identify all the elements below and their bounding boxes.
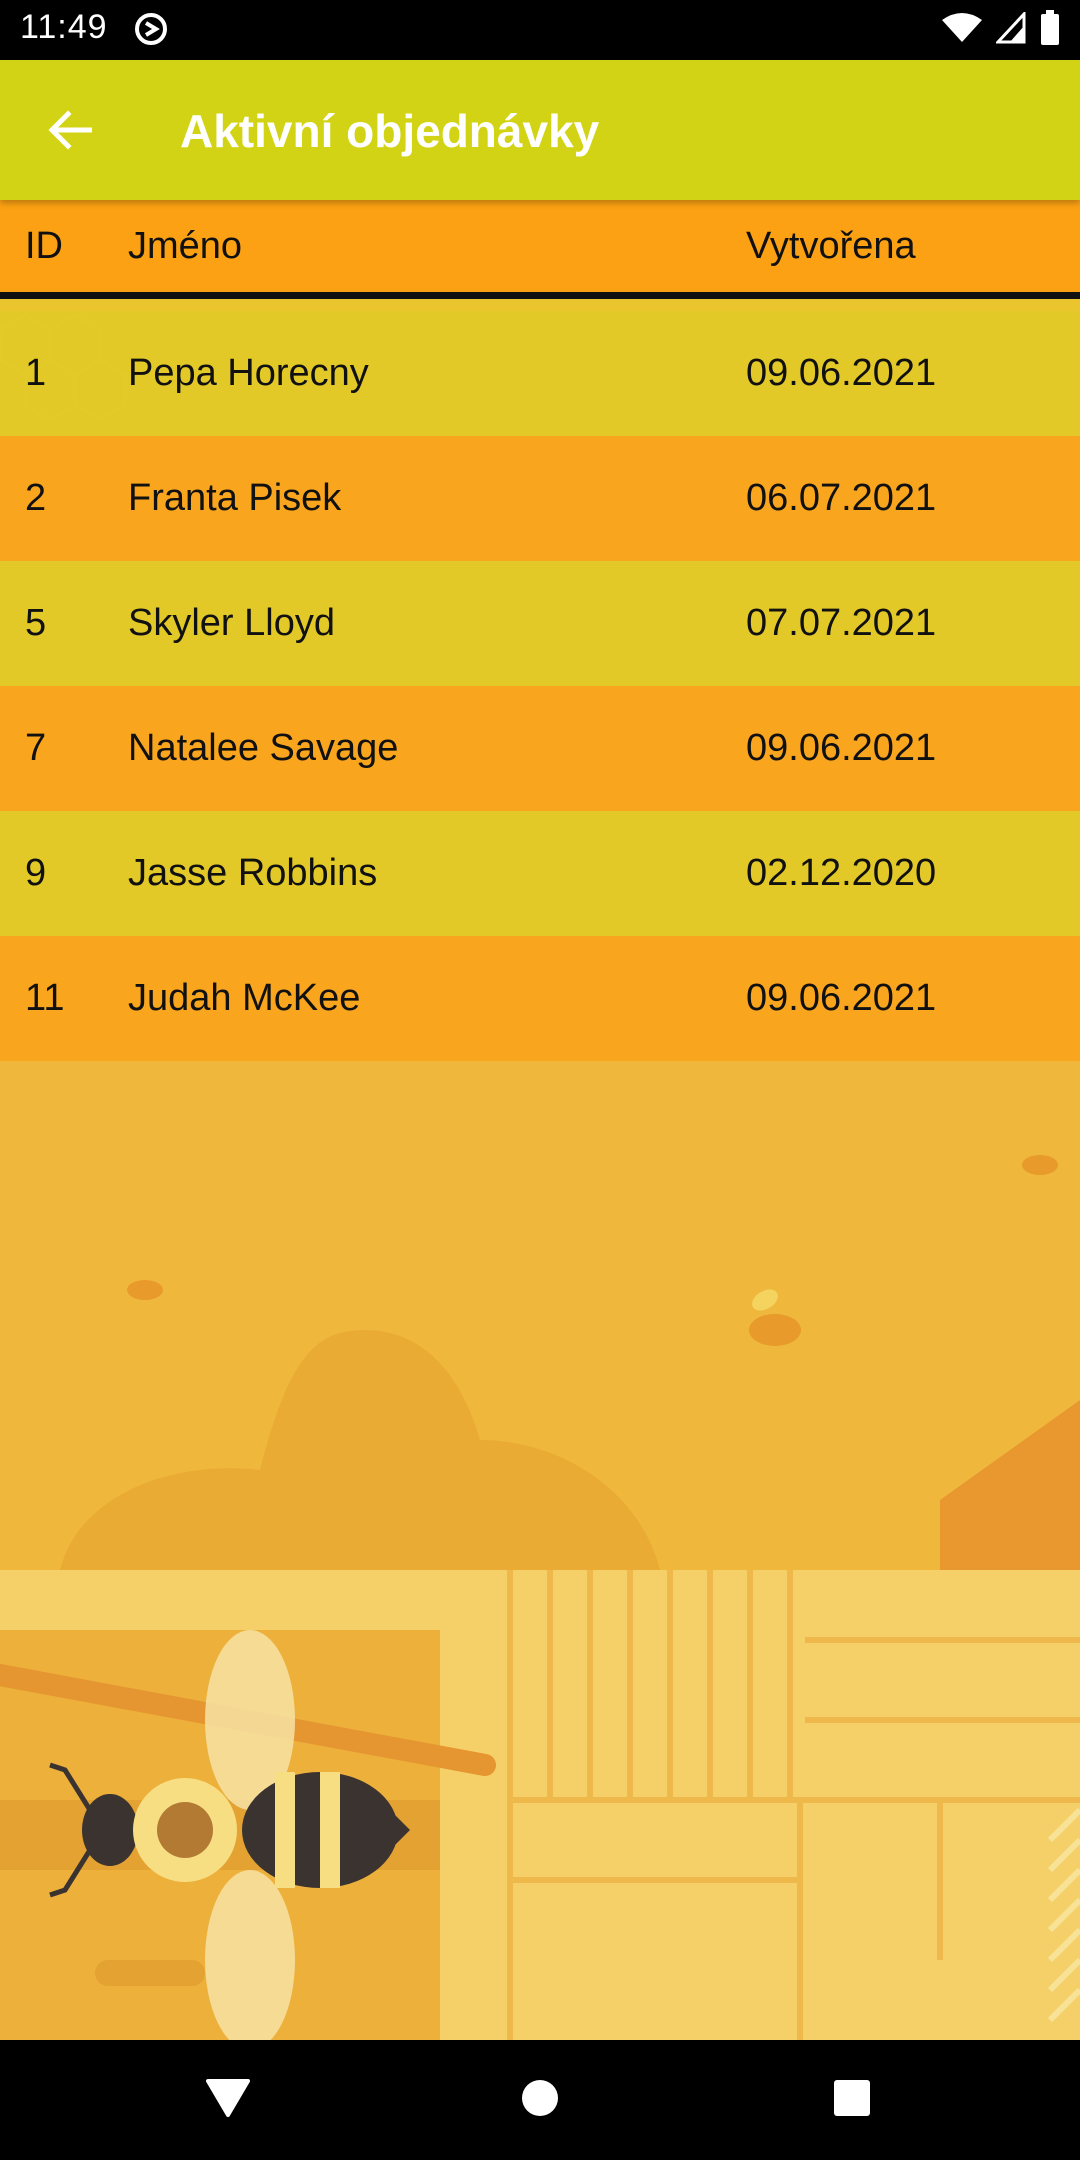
table-row[interactable]: 11 Judah McKee 09.06.2021 [0, 936, 1080, 1061]
status-bar: 11:49 [0, 0, 1080, 60]
page-title: Aktivní objednávky [180, 105, 600, 157]
row-id: 9 [25, 852, 47, 894]
table-header: ID Jméno Vytvořena [0, 200, 1080, 299]
nav-recents-button[interactable] [792, 2040, 912, 2160]
row-id: 7 [25, 727, 47, 769]
row-name: Pepa Horecny [128, 352, 369, 394]
header-name: Jméno [128, 224, 243, 267]
row-created: 09.06.2021 [746, 977, 937, 1019]
status-time: 11:49 [20, 8, 108, 46]
battery-icon [1040, 9, 1060, 51]
table-row[interactable]: 7 Natalee Savage 09.06.2021 [0, 686, 1080, 811]
row-created: 06.07.2021 [746, 477, 937, 519]
header-divider-gap [0, 299, 1080, 311]
header-id: ID [25, 224, 63, 267]
recents-square-icon [833, 2079, 871, 2122]
back-button[interactable] [38, 100, 102, 164]
row-id: 2 [25, 477, 47, 519]
row-name: Franta Pisek [128, 477, 342, 519]
back-triangle-icon [206, 2078, 250, 2123]
row-created: 09.06.2021 [746, 727, 937, 769]
signal-icon [994, 9, 1026, 49]
row-created: 09.06.2021 [746, 352, 937, 394]
nav-home-button[interactable] [480, 2040, 600, 2160]
home-circle-icon [521, 2079, 559, 2122]
header-created: Vytvořena [746, 224, 916, 267]
orders-table: ID Jméno Vytvořena 1 Pepa Horecny 09.06.… [0, 200, 1080, 1061]
row-created: 02.12.2020 [746, 852, 937, 894]
row-id: 5 [25, 602, 47, 644]
row-id: 11 [25, 977, 65, 1019]
row-name: Jasse Robbins [128, 852, 378, 894]
app-bar: Aktivní objednávky [0, 60, 1080, 200]
table-row[interactable]: 9 Jasse Robbins 02.12.2020 [0, 811, 1080, 936]
navigation-bar [0, 2040, 1080, 2160]
table-row[interactable]: 5 Skyler Lloyd 07.07.2021 [0, 561, 1080, 686]
nav-back-button[interactable] [168, 2040, 288, 2160]
row-id: 1 [25, 352, 47, 394]
arrow-left-icon [48, 109, 93, 155]
row-name: Natalee Savage [128, 727, 399, 769]
row-name: Judah McKee [128, 977, 361, 1019]
app-notification-icon [134, 12, 168, 46]
row-name: Skyler Lloyd [128, 602, 335, 644]
table-row[interactable]: 2 Franta Pisek 06.07.2021 [0, 436, 1080, 561]
table-row[interactable]: 1 Pepa Horecny 09.06.2021 [0, 311, 1080, 436]
wifi-icon [942, 12, 982, 49]
row-created: 07.07.2021 [746, 602, 937, 644]
